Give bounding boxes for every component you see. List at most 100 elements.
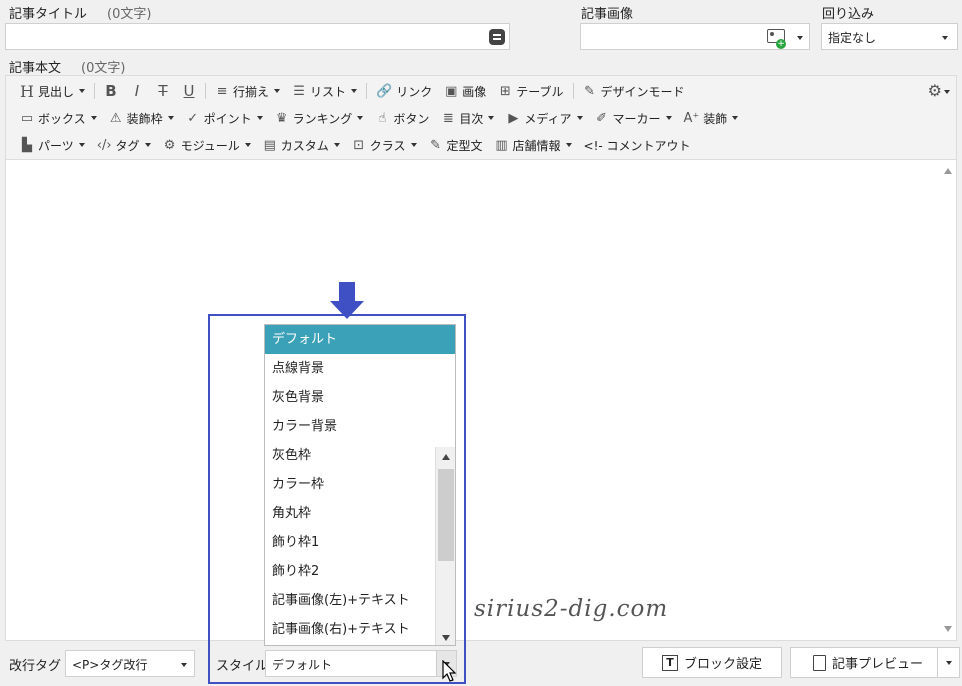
toolbar-button-row3-5[interactable]: ✎ 定型文 <box>423 134 489 156</box>
toolbar-button-row2-5[interactable]: ≣ 目次 <box>435 107 500 129</box>
toolbar-label: ポイント <box>203 111 252 126</box>
scrollbar-thumb[interactable] <box>438 469 454 561</box>
preview-doc-icon <box>813 654 826 671</box>
toolbar-icon: ≣ <box>442 110 454 126</box>
toolbar-button-row2-6[interactable]: ▶ メディア <box>500 107 588 129</box>
toolbar-button-row2-2[interactable]: ✓ ポイント <box>180 107 269 129</box>
toolbar-button-row2-7[interactable]: ✐ マーカー <box>589 107 678 129</box>
style-option[interactable]: 角丸枠 <box>265 499 455 528</box>
toolbar-label: 装飾枠 <box>126 111 163 126</box>
toolbar-icon: ☝ <box>378 110 387 126</box>
chevron-down-icon <box>942 36 948 40</box>
linebreak-select-value: <P>タグ改行 <box>72 658 148 672</box>
toolbar-button-row2-1[interactable]: ⚠ 装飾枠 <box>103 107 180 129</box>
toolbar-button-row3-0[interactable]: ▙ パーツ <box>14 134 91 156</box>
toolbar-icon: ▣ <box>445 83 458 99</box>
style-dropdown-list[interactable]: デフォルト 点線背景 灰色背景 カラー背景 灰色枠 カラー枠 角丸枠 飾り枠1 飾り枠2 記事画像… <box>264 324 456 646</box>
scroll-down-icon[interactable] <box>442 635 450 641</box>
style-option[interactable]: 灰色背景 <box>265 383 455 412</box>
block-settings-button[interactable]: T ブロック設定 <box>642 647 782 678</box>
block-t-icon: T <box>661 654 678 671</box>
toolbar-icon: ✓ <box>187 110 199 126</box>
style-select-value: デフォルト <box>272 658 333 672</box>
body-field-label: 記事本文 (0文字) <box>9 57 125 76</box>
preview-button[interactable]: 記事プレビュー <box>790 647 960 678</box>
style-option[interactable]: カラー背景 <box>265 412 455 441</box>
toolbar-button-row2-8[interactable]: A⁺ 装飾 <box>678 107 745 129</box>
toolbar-button-row2-4[interactable]: ☝ ボタン <box>369 107 435 129</box>
style-select[interactable]: デフォルト <box>265 650 457 677</box>
style-option[interactable]: 記事画像(右)+テキスト <box>265 615 455 644</box>
wrap-field-label: 回り込み <box>822 7 875 22</box>
style-option[interactable]: 飾り枠1 <box>265 528 455 557</box>
wrap-select[interactable]: 指定なし <box>821 23 958 50</box>
toolbar-button-row1-2[interactable]: I <box>124 80 150 102</box>
toolbar-button-row1-7[interactable]: 🔗 リンク <box>370 80 438 102</box>
toolbar-button-row1-10[interactable]: ✎ デザインモード <box>577 80 691 102</box>
toolbar-button-row1-5[interactable]: ≡ 行揃え <box>209 80 286 102</box>
editor-toolbar: H 見出し B I T U ≡ 行揃え ☰ リスト 🔗 リンク ▣ 画像 ⊞ テーブル ✎ デザインモード ▭ ボッ… <box>5 75 957 159</box>
settings-gear-icon[interactable]: ⚙ <box>928 81 950 100</box>
toolbar-icon: ▶ <box>508 110 519 126</box>
toolbar-label: テーブル <box>516 84 564 99</box>
toolbar-button-row1-4[interactable]: U <box>176 80 202 102</box>
toolbar-button-row1-3[interactable]: T <box>150 80 176 102</box>
toolbar-button-row3-4[interactable]: ⊡ クラス <box>346 134 423 156</box>
style-option[interactable]: 記事画像(左)+テキスト <box>265 586 455 615</box>
input-menu-icon[interactable] <box>489 29 505 45</box>
dropdown-scrollbar[interactable] <box>435 447 455 645</box>
title-input[interactable] <box>5 23 510 50</box>
toolbar-icon: ▙ <box>22 137 32 153</box>
toolbar-label: ボタン <box>393 111 430 126</box>
editor-scrollbar[interactable] <box>940 160 956 640</box>
scroll-up-icon[interactable] <box>442 454 450 460</box>
toolbar-button-row3-6[interactable]: ▥ 店舗情報 <box>489 134 578 156</box>
chevron-down-icon[interactable] <box>797 36 803 40</box>
style-option[interactable]: 点線背景 <box>265 354 455 383</box>
style-label: スタイル <box>216 659 269 674</box>
add-image-icon[interactable]: + <box>767 29 786 49</box>
dropdown-caret-icon <box>333 143 340 147</box>
toolbar-icon: ⚠ <box>109 110 122 126</box>
toolbar-button-row3-2[interactable]: ⚙ モジュール <box>157 134 257 156</box>
editor-body[interactable] <box>5 159 957 641</box>
toolbar-icon: U <box>183 82 195 100</box>
toolbar-button-row3-7[interactable]: <!- コメントアウト <box>578 134 697 156</box>
toolbar-button-row3-1[interactable]: ‹/› タグ <box>91 134 157 156</box>
toolbar-label: 画像 <box>462 84 487 99</box>
title-char-count: (0文字) <box>107 7 152 22</box>
style-options: デフォルト 点線背景 灰色背景 カラー背景 灰色枠 カラー枠 角丸枠 飾り枠1 飾り枠2 記事画像… <box>265 325 455 644</box>
toolbar-label: ボックス <box>38 111 86 126</box>
dropdown-caret-icon <box>488 116 495 120</box>
toolbar-label: 定型文 <box>446 138 483 153</box>
toolbar-button-row3-3[interactable]: ▤ カスタム <box>257 134 346 156</box>
style-option[interactable]: デフォルト <box>265 325 455 354</box>
watermark: sirius2-dig.com <box>474 596 669 622</box>
toolbar-label: デザインモード <box>600 84 685 99</box>
toolbar-label: モジュール <box>180 138 240 153</box>
dropdown-caret-icon <box>78 143 85 147</box>
style-option[interactable]: 飾り枠2 <box>265 557 455 586</box>
toolbar-icon: ≡ <box>216 83 228 99</box>
dropdown-caret-icon <box>665 116 672 120</box>
linebreak-select[interactable]: <P>タグ改行 <box>65 650 195 677</box>
toolbar-label: リスト <box>310 84 347 99</box>
toolbar-button-row2-0[interactable]: ▭ ボックス <box>14 107 103 129</box>
toolbar-button-row1-6[interactable]: ☰ リスト <box>286 80 363 102</box>
style-option[interactable]: 灰色枠 <box>265 441 455 470</box>
toolbar-button-row1-8[interactable]: ▣ 画像 <box>438 80 492 102</box>
toolbar-icon: H <box>20 81 34 101</box>
scroll-down-icon[interactable] <box>944 626 952 632</box>
toolbar-button-row2-3[interactable]: ♛ ランキング <box>269 107 370 129</box>
style-option[interactable]: カラー枠 <box>265 470 455 499</box>
toolbar-button-row1-1[interactable]: B <box>98 80 124 102</box>
dropdown-caret-icon <box>79 89 86 93</box>
scroll-up-icon[interactable] <box>944 168 952 174</box>
toolbar-button-row1-0[interactable]: H 見出し <box>14 80 91 102</box>
toolbar-button-row1-9[interactable]: ⊞ テーブル <box>492 80 569 102</box>
preview-menu-toggle[interactable] <box>937 648 959 677</box>
image-picker[interactable]: + <box>580 23 810 50</box>
toolbar-label: タグ <box>115 138 140 153</box>
toolbar-icon: ▤ <box>263 137 276 153</box>
toolbar-icon: ✎ <box>584 83 595 99</box>
